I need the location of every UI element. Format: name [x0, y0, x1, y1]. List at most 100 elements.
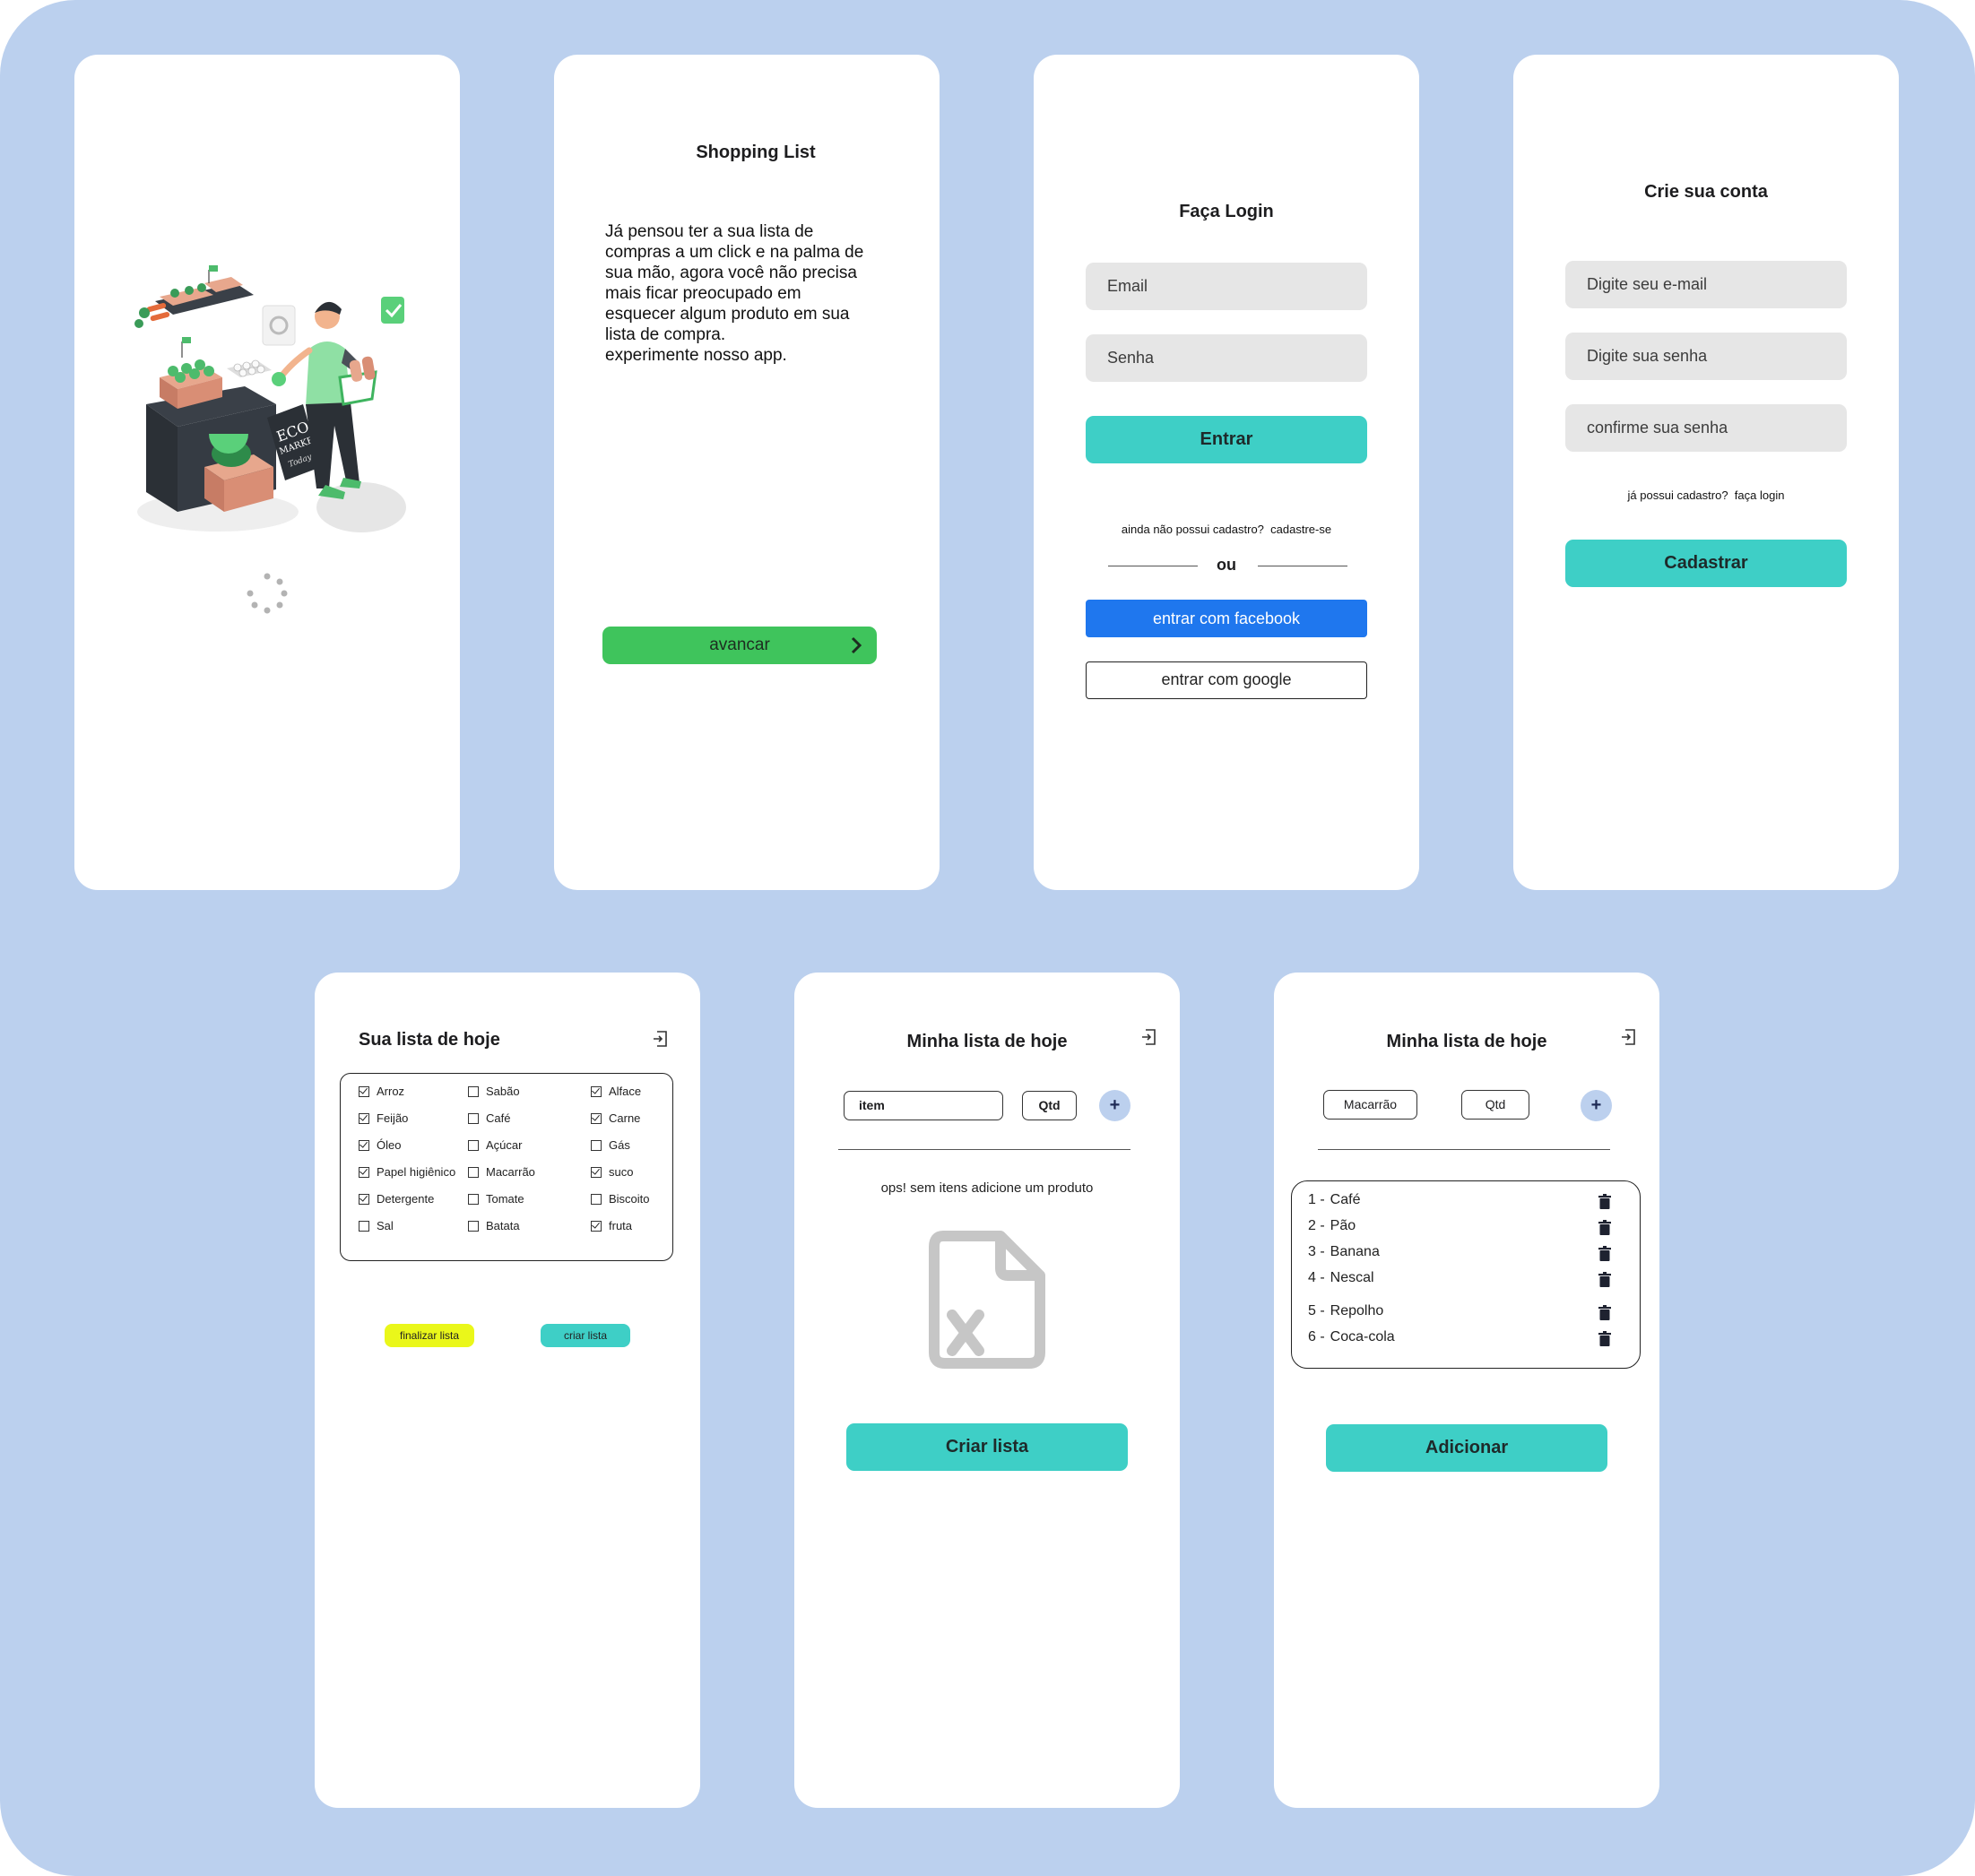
- checklist-item[interactable]: Açúcar: [468, 1138, 522, 1152]
- list-item-number: 5 -: [1308, 1303, 1325, 1318]
- intro-body-line: esquecer algum produto em sua: [605, 305, 850, 324]
- list-item-number: 6 -: [1308, 1329, 1325, 1344]
- add-item-button[interactable]: +: [1099, 1090, 1130, 1121]
- checkbox-unchecked-icon[interactable]: [359, 1220, 369, 1232]
- checkbox-unchecked-icon[interactable]: [468, 1139, 479, 1151]
- checkbox-checked-icon[interactable]: [591, 1085, 602, 1097]
- checkbox-unchecked-icon[interactable]: [591, 1139, 602, 1151]
- checkbox-unchecked-icon[interactable]: [468, 1166, 479, 1178]
- list-item: 2 - Pão: [1308, 1218, 1356, 1234]
- checklist-item[interactable]: Batata: [468, 1219, 520, 1232]
- checklist-item[interactable]: Gás: [591, 1138, 630, 1152]
- checklist-item[interactable]: Carne: [591, 1111, 640, 1125]
- advance-button[interactable]: avancar: [602, 627, 877, 664]
- checklist-item[interactable]: Arroz: [359, 1085, 404, 1098]
- checkbox-unchecked-icon[interactable]: [591, 1193, 602, 1205]
- login-title: Faça Login: [1179, 202, 1274, 221]
- checklist-item[interactable]: Alface: [591, 1085, 641, 1098]
- intro-title: Shopping List: [696, 143, 816, 162]
- loading-spinner-icon: [247, 573, 288, 614]
- checklist-item[interactable]: fruta: [591, 1219, 632, 1232]
- checkbox-checked-icon[interactable]: [359, 1193, 369, 1205]
- login-screen: Faça Login Email Senha Entrar ainda não …: [1034, 55, 1419, 890]
- add-list-button[interactable]: Adicionar: [1326, 1424, 1607, 1472]
- checkbox-checked-icon[interactable]: [591, 1112, 602, 1124]
- empty-list-title: Minha lista de hoje: [906, 1032, 1068, 1051]
- today-list-title: Sua lista de hoje: [359, 1030, 500, 1050]
- facebook-login-button[interactable]: entrar com facebook: [1086, 600, 1367, 637]
- eco-market-illustration: ECO MARKET Today: [134, 265, 406, 532]
- list-item-number: 4 -: [1308, 1270, 1325, 1285]
- checklist-item-label: Biscoito: [609, 1192, 650, 1206]
- register-email-input[interactable]: Digite seu e-mail: [1565, 261, 1847, 308]
- register-password-input[interactable]: Digite sua senha: [1565, 333, 1847, 380]
- checklist-item[interactable]: suco: [591, 1165, 633, 1179]
- intro-body-line: experimente nosso app.: [605, 346, 787, 365]
- qty-input[interactable]: Qtd: [1461, 1090, 1529, 1120]
- checkbox-checked-icon[interactable]: [359, 1112, 369, 1124]
- checklist-item[interactable]: Óleo: [359, 1138, 401, 1152]
- checkbox-checked-icon[interactable]: [591, 1166, 602, 1178]
- intro-body-line: Já pensou ter a sua lista de: [605, 222, 814, 241]
- qty-input[interactable]: Qtd: [1022, 1091, 1077, 1120]
- exit-icon[interactable]: [652, 1030, 668, 1048]
- checklist-item-label: Gás: [609, 1138, 630, 1152]
- list-item-name: Repolho: [1330, 1303, 1384, 1318]
- checklist-item-label: Arroz: [377, 1085, 405, 1098]
- checklist-item[interactable]: Biscoito: [591, 1192, 650, 1206]
- password-input[interactable]: Senha: [1086, 334, 1367, 382]
- checklist-item[interactable]: Sal: [359, 1219, 394, 1232]
- splash-screen: ECO MARKET Today: [74, 55, 460, 890]
- login-link[interactable]: faça login: [1735, 488, 1785, 502]
- signup-link[interactable]: cadastre-se: [1270, 523, 1331, 536]
- trash-icon[interactable]: [1598, 1194, 1611, 1209]
- trash-icon[interactable]: [1598, 1331, 1611, 1346]
- register-title: Crie sua conta: [1644, 182, 1768, 202]
- item-input[interactable]: item: [844, 1091, 1003, 1120]
- checklist-item[interactable]: Macarrão: [468, 1165, 535, 1179]
- add-item-button[interactable]: +: [1581, 1090, 1612, 1121]
- checkbox-checked-icon[interactable]: [359, 1139, 369, 1151]
- checkbox-checked-icon[interactable]: [359, 1166, 369, 1178]
- checklist-item-label: Papel higiênico: [377, 1165, 456, 1179]
- checklist-item[interactable]: Papel higiênico: [359, 1165, 455, 1179]
- trash-icon[interactable]: [1598, 1246, 1611, 1261]
- login-button[interactable]: Entrar: [1086, 416, 1367, 463]
- list-item-name: Café: [1330, 1192, 1361, 1207]
- exit-icon[interactable]: [1140, 1028, 1156, 1046]
- checklist-item[interactable]: Detergente: [359, 1192, 434, 1206]
- list-item-number: 3 -: [1308, 1244, 1325, 1259]
- checkbox-checked-icon[interactable]: [591, 1220, 602, 1232]
- checklist-item[interactable]: Feijão: [359, 1111, 408, 1125]
- list-item: 6 - Coca-cola: [1308, 1329, 1395, 1345]
- checkbox-checked-icon[interactable]: [359, 1085, 369, 1097]
- trash-icon[interactable]: [1598, 1272, 1611, 1287]
- create-list-button[interactable]: criar lista: [541, 1324, 630, 1347]
- google-login-button[interactable]: entrar com google: [1086, 661, 1367, 699]
- intro-body-line: mais ficar preocupado em: [605, 284, 801, 303]
- create-list-main-button[interactable]: Criar lista: [846, 1423, 1128, 1471]
- items-list-panel: 1 - Café 2 - Pão 3 - Banana 4 - Nescal 5 - Repolh…: [1291, 1180, 1641, 1369]
- register-confirm-input[interactable]: confirme sua senha: [1565, 404, 1847, 452]
- checkbox-unchecked-icon[interactable]: [468, 1193, 479, 1205]
- checklist-item[interactable]: Café: [468, 1111, 510, 1125]
- intro-screen: Shopping List Já pensou ter a sua lista …: [554, 55, 940, 890]
- checklist-item-label: Tomate: [486, 1192, 524, 1206]
- register-button[interactable]: Cadastrar: [1565, 540, 1847, 587]
- checklist-item[interactable]: Sabão: [468, 1085, 520, 1098]
- checklist-item-label: fruta: [609, 1219, 633, 1232]
- intro-body-line: lista de compra.: [605, 325, 726, 344]
- checkbox-unchecked-icon[interactable]: [468, 1220, 479, 1232]
- exit-icon[interactable]: [1620, 1028, 1636, 1046]
- no-account-text: ainda não possui cadastro?: [1121, 523, 1264, 536]
- email-input[interactable]: Email: [1086, 263, 1367, 310]
- trash-icon[interactable]: [1598, 1305, 1611, 1320]
- filled-list-screen: Minha lista de hoje Macarrão Qtd + 1 - Ca…: [1274, 973, 1659, 1808]
- checkbox-unchecked-icon[interactable]: [468, 1085, 479, 1097]
- finish-list-button[interactable]: finalizar lista: [385, 1324, 474, 1347]
- checklist-item[interactable]: Tomate: [468, 1192, 524, 1206]
- chevron-right-icon: [851, 636, 862, 654]
- trash-icon[interactable]: [1598, 1220, 1611, 1235]
- checkbox-unchecked-icon[interactable]: [468, 1112, 479, 1124]
- item-input[interactable]: Macarrão: [1323, 1090, 1417, 1120]
